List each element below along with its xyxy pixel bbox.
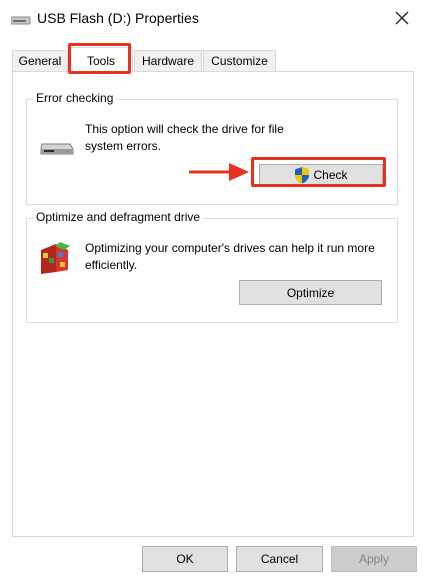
error-checking-description: This option will check the drive for fil… — [85, 122, 284, 153]
optimize-description: Optimizing your computer's drives can he… — [85, 241, 375, 272]
drive-icon — [39, 138, 75, 161]
close-icon — [395, 11, 409, 28]
apply-button[interactable]: Apply — [331, 546, 417, 572]
tab-content-panel: Error checking This option will check th… — [12, 71, 414, 537]
dialog-button-bar: OK Cancel Apply — [0, 540, 425, 581]
tab-general[interactable]: General — [12, 50, 68, 71]
close-button[interactable] — [379, 0, 425, 38]
tab-customize[interactable]: Customize — [203, 50, 276, 71]
optimize-heading: Optimize and defragment drive — [33, 210, 204, 224]
cancel-button[interactable]: Cancel — [236, 546, 323, 572]
defrag-icon — [38, 240, 74, 279]
error-checking-heading: Error checking — [33, 91, 117, 105]
optimize-group: Optimize and defragment drive Optimizing… — [26, 210, 398, 323]
error-checking-group: Error checking This option will check th… — [26, 91, 398, 205]
tab-hardware[interactable]: Hardware — [134, 50, 202, 71]
tab-tools[interactable]: Tools — [69, 47, 133, 72]
uac-shield-icon — [294, 166, 310, 187]
usb-drive-icon — [10, 14, 31, 26]
check-button-label: Check — [313, 168, 348, 182]
ok-button[interactable]: OK — [142, 546, 228, 572]
window-title: USB Flash (D:) Properties — [37, 10, 199, 26]
check-button[interactable]: Check — [259, 164, 383, 186]
arrow-right-icon — [189, 160, 251, 184]
optimize-button[interactable]: Optimize — [239, 280, 382, 305]
title-bar: USB Flash (D:) Properties — [0, 0, 425, 38]
